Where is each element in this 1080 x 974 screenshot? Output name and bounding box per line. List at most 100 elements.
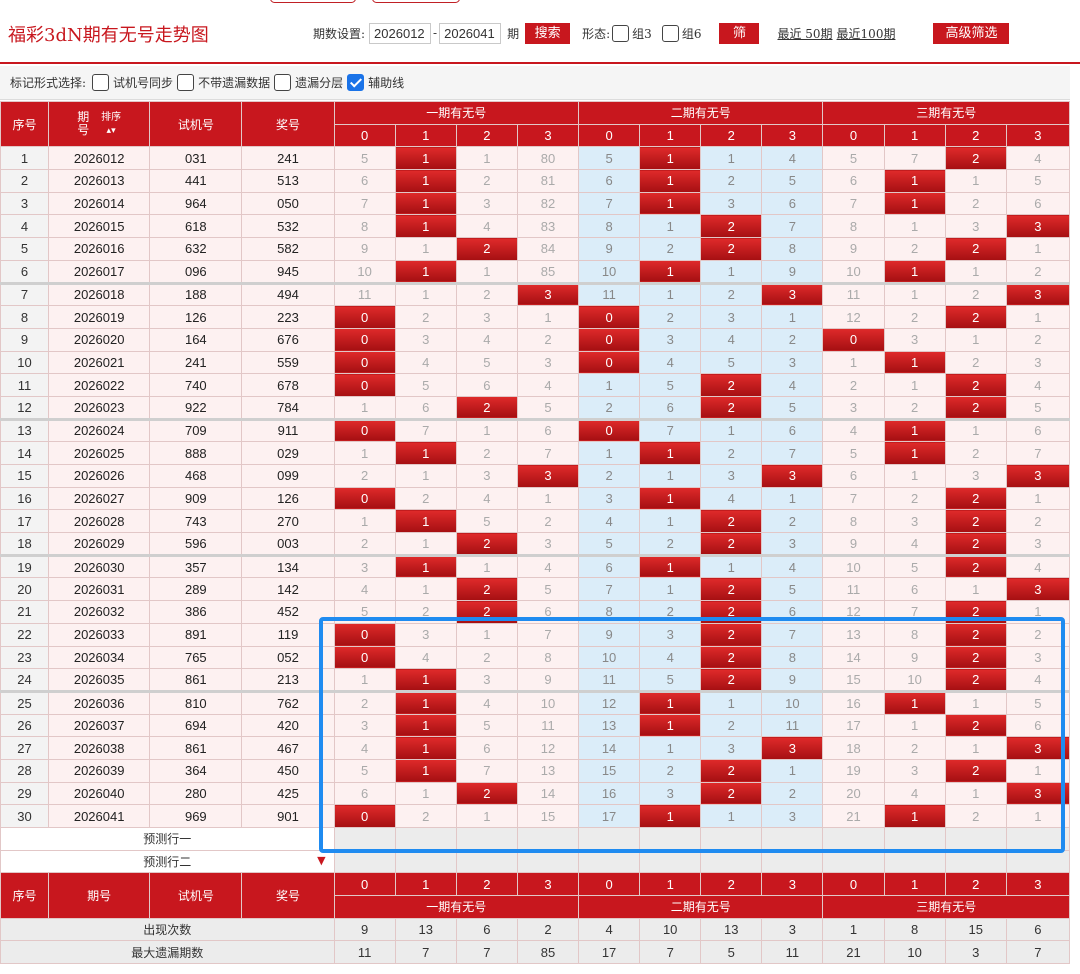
group3-cell-2: 2 — [944, 305, 1007, 329]
group2-cell-0: 7 — [578, 191, 641, 216]
row-draw: 134 — [241, 553, 335, 579]
advanced-filter-button[interactable]: 高级筛选 — [933, 22, 1010, 44]
group3-cell-0: 3 — [822, 395, 885, 420]
mark-option-layered[interactable]: 遗漏分层 — [274, 74, 343, 91]
predict-rows: 预测行一 预测行二 ▼ — [0, 827, 1071, 874]
row-trial: 188 — [149, 281, 243, 307]
arrow-down-icon[interactable]: ▼ — [317, 854, 325, 867]
group1-cell-1: 1 — [394, 668, 457, 692]
recent-100-link[interactable]: 最近100期 — [837, 25, 896, 42]
group1-cell-0: 4 — [333, 577, 396, 602]
group2-cell-3: 5 — [761, 577, 824, 602]
row-seq: 5 — [0, 237, 50, 261]
group2-cell-3: 10 — [761, 689, 824, 715]
group3-cell-0: 9 — [822, 532, 885, 556]
row-seq: 1 — [0, 146, 50, 171]
group1-cell-1: 1 — [394, 577, 457, 602]
group1-cell-2: 1 — [455, 146, 518, 171]
group6-checkbox[interactable] — [661, 24, 679, 42]
group1-cell-0: 0 — [333, 417, 396, 443]
trial-sync-checkbox[interactable] — [92, 74, 110, 91]
group1-cell-1: 5 — [394, 373, 457, 397]
predict-row-2[interactable]: 预测行二 ▼ — [0, 849, 1071, 874]
sort-arrows-icon[interactable]: ▴▾ — [107, 126, 116, 136]
stats-rows: 出现次数 9 13 6 2 4 10 13 3 1 8 15 6 最大遗漏期数 11 7 7 85 17 7 5 11 21… — [0, 917, 1071, 965]
group3-checkbox[interactable] — [612, 24, 630, 42]
group1-cell-2: 1 — [455, 553, 518, 579]
group1-cell-0: 5 — [333, 758, 396, 783]
group2-cell-1: 6 — [639, 395, 702, 420]
group3-cell-0: 11 — [822, 281, 885, 307]
group1-cell-1: 1 — [394, 146, 457, 171]
mark-option-guide-line[interactable]: 辅助线 — [347, 74, 404, 91]
mark-option-no-omission[interactable]: 不带遗漏数据 — [177, 74, 270, 91]
mark-option-trial-sync[interactable]: 试机号同步 — [92, 74, 173, 91]
stats-value: 15 — [944, 917, 1007, 942]
group2-cell-2: 4 — [700, 327, 763, 352]
row-draw: 762 — [241, 689, 335, 715]
row-trial: 861 — [149, 736, 243, 760]
group3-cell-2: 1 — [944, 417, 1007, 443]
row-draw: 494 — [241, 281, 335, 307]
group1-cell-0: 1 — [333, 441, 396, 465]
group3-cell-1: 1 — [883, 464, 946, 488]
group1-cell-0: 4 — [333, 736, 396, 760]
group1-cell-3: 4 — [516, 553, 580, 579]
group3-cell-1: 9 — [883, 645, 946, 670]
search-button[interactable]: 搜索 — [525, 22, 571, 44]
group2-cell-1: 1 — [639, 509, 702, 534]
stats-value: 2 — [516, 917, 580, 942]
group3-cell-0: 16 — [822, 689, 885, 715]
header-group3-col-3: 3 — [1005, 123, 1071, 148]
group1-cell-2: 1 — [455, 259, 518, 284]
group1-cell-2: 2 — [455, 281, 518, 307]
period-from-input[interactable]: 2026012 — [369, 22, 432, 44]
table-row: 19 2026030 357 134 3 1 1 4 6 1 1 4 10 5 2 4 — [0, 553, 1071, 579]
row-period: 2026028 — [48, 509, 151, 534]
table-row: 27 2026038 861 467 4 1 6 12 14 1 3 3 18 2 1 3 — [0, 736, 1071, 760]
row-draw: 678 — [241, 373, 335, 397]
row-period: 2026016 — [48, 237, 151, 261]
group2-cell-3: 5 — [761, 169, 824, 193]
layered-checkbox[interactable] — [274, 74, 292, 91]
group3-cell-2: 2 — [944, 804, 1007, 828]
group2-cell-1: 1 — [639, 577, 702, 602]
group3-cell-3: 1 — [1005, 305, 1071, 329]
predict-row-1[interactable]: 预测行一 — [0, 827, 1071, 851]
group3-cell-3: 3 — [1005, 464, 1071, 488]
group2-cell-0: 10 — [578, 259, 641, 284]
row-period: 2026017 — [48, 259, 151, 284]
group1-cell-0: 2 — [333, 689, 396, 715]
group2-cell-2: 2 — [700, 509, 763, 534]
group3-cell-2: 2 — [944, 668, 1007, 692]
group3-cell-0: 12 — [822, 600, 885, 624]
group1-cell-3: 3 — [516, 281, 580, 307]
group3-cell-1: 7 — [883, 600, 946, 624]
period-to-input[interactable]: 2026041 — [439, 22, 502, 44]
row-trial: 096 — [149, 259, 243, 284]
guide-line-checkbox[interactable] — [347, 74, 365, 91]
footer-col-5: 1 — [639, 872, 702, 897]
group2-cell-1: 1 — [639, 214, 702, 239]
group2-cell-1: 4 — [639, 350, 702, 375]
period-controls: 期数设置: 2026012 - 2026041 期 搜索 形态: 组3 组6 筛… — [313, 22, 1010, 62]
row-draw: 425 — [241, 781, 335, 806]
filter-button[interactable]: 筛选 — [719, 22, 760, 62]
no-omission-checkbox[interactable] — [177, 74, 195, 91]
group2-cell-2: 2 — [700, 713, 763, 738]
row-draw: 223 — [241, 305, 335, 329]
group1-cell-0: 2 — [333, 464, 396, 488]
header-period[interactable]: 期 号 排序 ▴▾ — [48, 100, 151, 148]
table-row: 3 2026014 964 050 7 1 3 82 7 1 3 6 7 1 2 6 — [0, 191, 1071, 216]
group3-cell-3: 6 — [1005, 713, 1071, 738]
table-row: 26 2026037 694 420 3 1 5 11 13 1 2 11 17 1 2 6 — [0, 713, 1071, 738]
recent-50-link[interactable]: 最近 50期 — [777, 25, 832, 42]
group2-cell-0: 16 — [578, 781, 641, 806]
row-draw: 420 — [241, 713, 335, 738]
group3-cell-1: 2 — [883, 486, 946, 511]
group2-cell-1: 1 — [639, 736, 702, 760]
stats-value: 7 — [455, 940, 518, 965]
group2-cell-2: 2 — [700, 373, 763, 397]
group2-cell-0: 9 — [578, 237, 641, 261]
group3-cell-3: 3 — [1005, 281, 1071, 307]
